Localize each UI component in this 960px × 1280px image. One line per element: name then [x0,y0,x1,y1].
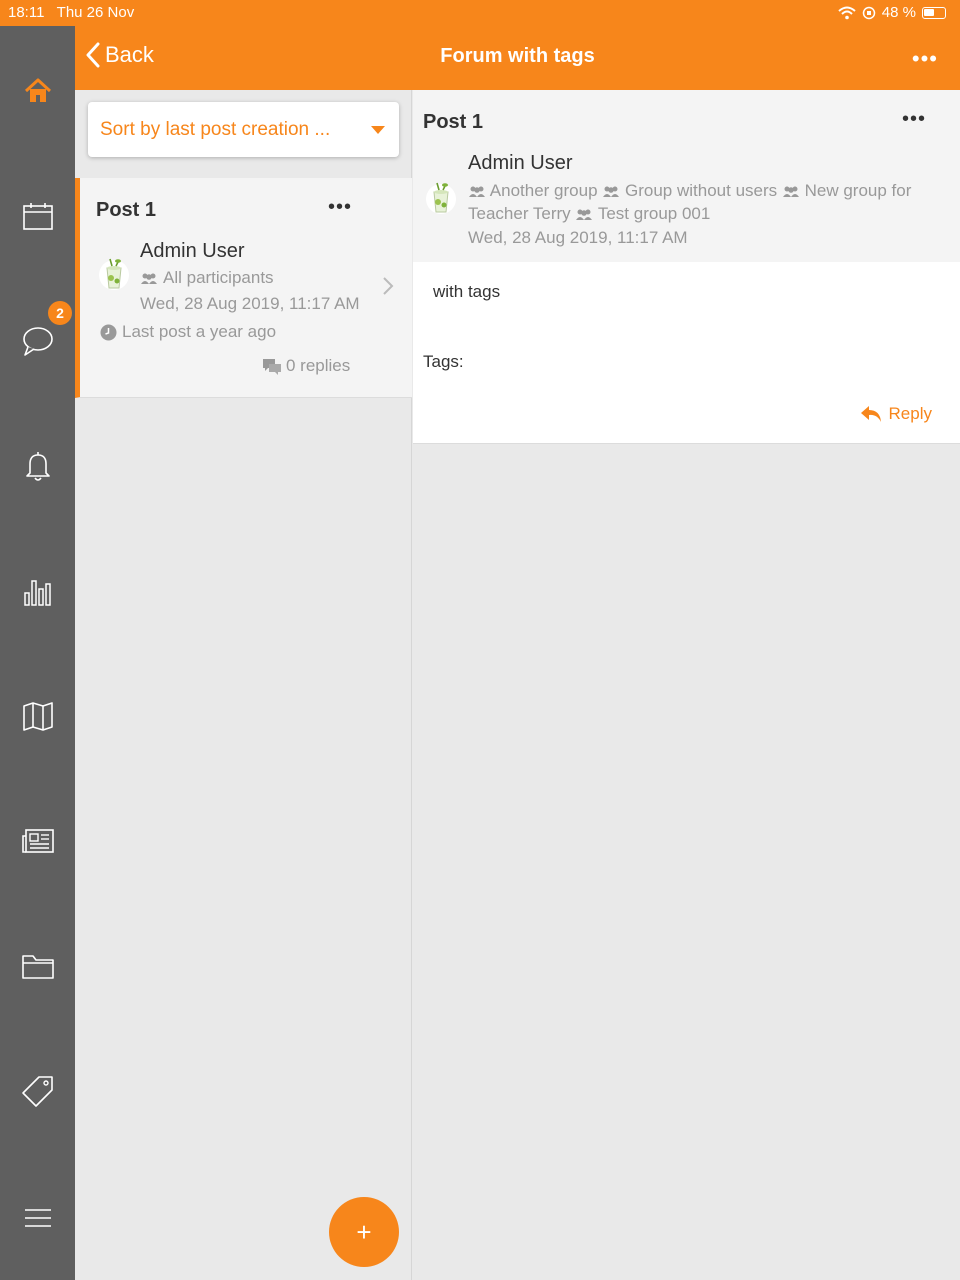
avatar [99,258,129,290]
battery-icon [922,6,946,19]
sidebar: 2 [0,26,75,1280]
post-title: Post 1 [96,199,157,221]
avatar [426,182,456,214]
newspaper-icon[interactable] [18,821,58,861]
group-icon [576,209,593,220]
last-post-text: Last post a year ago [122,322,277,341]
menu-icon[interactable] [18,1198,58,1238]
detail-author: Admin User [468,152,573,174]
header-more-button[interactable]: ••• [912,46,938,72]
wifi-icon [838,6,856,19]
group-icon [469,186,485,197]
chevron-right-icon [383,277,394,295]
add-post-button[interactable]: + [329,1197,399,1267]
reply-button[interactable]: Reply [859,404,932,424]
group-name: Test group 001 [597,204,711,223]
detail-groups: Another group Group without users New gr… [468,179,938,225]
battery-percent: 48 % [881,4,916,21]
post-detail-pane: Post 1 ••• Admin User Another group Grou… [413,90,960,1280]
app-header: Back Forum with tags ••• [75,26,960,90]
comments-icon [263,358,281,375]
clock-icon [100,324,117,340]
status-bar: 18:11 Thu 26 Nov 48 % [0,0,960,26]
tag-icon[interactable] [18,1071,58,1111]
detail-title: Post 1 [423,111,484,133]
chat-icon[interactable] [18,321,58,361]
group-icon [603,186,620,197]
sort-label: Sort by last post creation ... [100,119,331,140]
detail-more-button[interactable]: ••• [902,108,926,131]
status-time: 18:11 Thu 26 Nov [8,4,135,21]
post-list-pane: Sort by last post creation ... Post 1 ••… [75,90,412,1280]
tags-label: Tags: [423,352,464,371]
group-icon [141,273,157,284]
post-groups: All participants [163,268,274,287]
reply-label: Reply [888,404,932,423]
group-name: Another group [489,181,598,200]
map-icon[interactable] [18,696,58,736]
page-title: Forum with tags [440,45,595,67]
list-item[interactable]: Post 1 ••• Admin User All participants W… [75,178,412,398]
orientation-lock-icon [862,6,876,19]
post-author: Admin User [140,240,245,262]
bell-icon[interactable] [18,446,58,486]
replies-count: 0 replies [286,356,351,375]
home-icon[interactable] [18,71,58,111]
chat-badge: 2 [48,301,72,325]
post-header: Post 1 ••• Admin User Another group Grou… [413,90,960,262]
calendar-icon[interactable] [18,196,58,236]
detail-date: Wed, 28 Aug 2019, 11:17 AM [468,228,688,247]
post-content: with tags [433,282,501,301]
post-body: with tags Tags: Reply [413,262,960,444]
post-date: Wed, 28 Aug 2019, 11:17 AM [140,294,360,313]
folder-icon[interactable] [18,946,58,986]
caret-down-icon [371,126,385,134]
bar-chart-icon[interactable] [18,571,58,611]
reply-icon [860,406,881,422]
sort-select[interactable]: Sort by last post creation ... [88,102,399,157]
group-name: Group without users [625,181,778,200]
group-icon [782,186,799,197]
post-more-button[interactable]: ••• [328,196,352,219]
